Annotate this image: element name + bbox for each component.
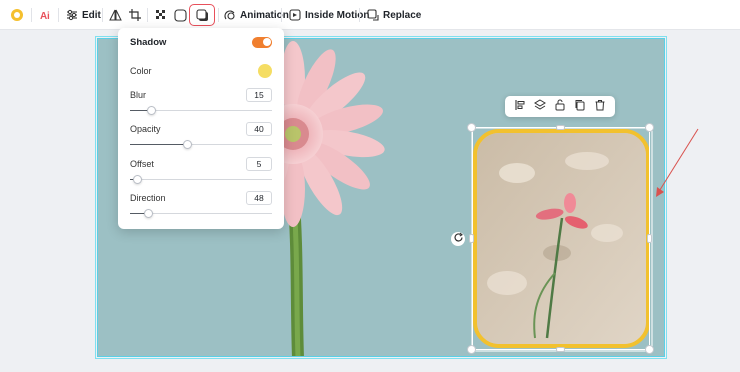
annotation-arrow [656,128,699,197]
opacity-input[interactable]: 40 [246,122,272,136]
blur-slider-knob[interactable] [147,106,157,115]
editor-root: Ai Edit Animation Inside Motion Replace … [0,0,740,372]
ai-icon: Ai [39,8,53,22]
rounded-corner-icon [174,8,187,22]
edit-button[interactable]: Edit [66,4,101,26]
flip-icon [109,9,122,21]
resize-handle-top[interactable] [556,125,565,130]
animation-icon [224,9,236,21]
corner-radius-button[interactable] [174,4,187,26]
inside-motion-icon [289,9,301,21]
opacity-label: Opacity [130,124,161,134]
selection-box [472,127,650,350]
animation-button[interactable]: Animation [224,4,289,26]
rotate-icon [453,230,464,248]
image-toolbar: Ai Edit Animation Inside Motion Replace [0,0,740,30]
replace-icon [367,9,379,21]
svg-text:i: i [47,11,50,22]
opacity-slider-fill [130,144,187,145]
resize-handle-top-left[interactable] [467,123,476,132]
duplicate-icon[interactable] [574,98,586,116]
transparency-icon [155,9,167,21]
shadow-button[interactable] [189,4,215,26]
shadow-color-swatch[interactable] [258,64,272,78]
offset-input[interactable]: 5 [246,157,272,171]
direction-input[interactable]: 48 [246,191,272,205]
resize-handle-bottom[interactable] [556,347,565,352]
flip-button[interactable] [109,4,122,26]
delete-icon[interactable] [594,98,606,116]
resize-handle-right[interactable] [647,234,652,243]
sliders-icon [66,9,78,21]
resize-handle-bottom-right[interactable] [645,345,654,354]
crop-button[interactable] [129,4,141,26]
object-toolbar [505,96,615,117]
rotate-handle[interactable] [451,232,465,246]
offset-slider-knob[interactable] [133,175,143,184]
crop-icon [129,9,141,21]
inside-motion-button[interactable]: Inside Motion [289,4,369,26]
transparency-button[interactable] [155,4,167,26]
shadow-toggle[interactable] [252,36,272,48]
opacity-slider-knob[interactable] [182,140,192,149]
blur-slider[interactable] [130,106,272,115]
shadow-settings-panel: Shadow Color Blur 15 Opacity 40 Offset 5 [118,28,284,229]
layers-icon[interactable] [534,98,546,116]
resize-handle-left[interactable] [469,234,474,243]
color-circle-icon [10,8,24,22]
direction-slider[interactable] [130,209,272,218]
direction-label: Direction [130,193,166,203]
lock-icon[interactable] [554,98,566,116]
align-icon[interactable] [514,98,526,116]
offset-slider[interactable] [130,175,272,184]
replace-button[interactable]: Replace [367,4,421,26]
blur-input[interactable]: 15 [246,88,272,102]
color-label: Color [130,66,152,76]
resize-handle-bottom-left[interactable] [467,345,476,354]
offset-label: Offset [130,159,154,169]
ai-button[interactable]: Ai [39,4,53,26]
opacity-slider[interactable] [130,140,272,149]
edit-label: Edit [82,9,101,21]
color-button[interactable] [10,4,24,26]
shadow-icon [195,8,209,22]
direction-slider-knob[interactable] [144,209,154,218]
blur-label: Blur [130,90,147,100]
shadow-title: Shadow [130,36,167,48]
replace-label: Replace [383,9,422,21]
